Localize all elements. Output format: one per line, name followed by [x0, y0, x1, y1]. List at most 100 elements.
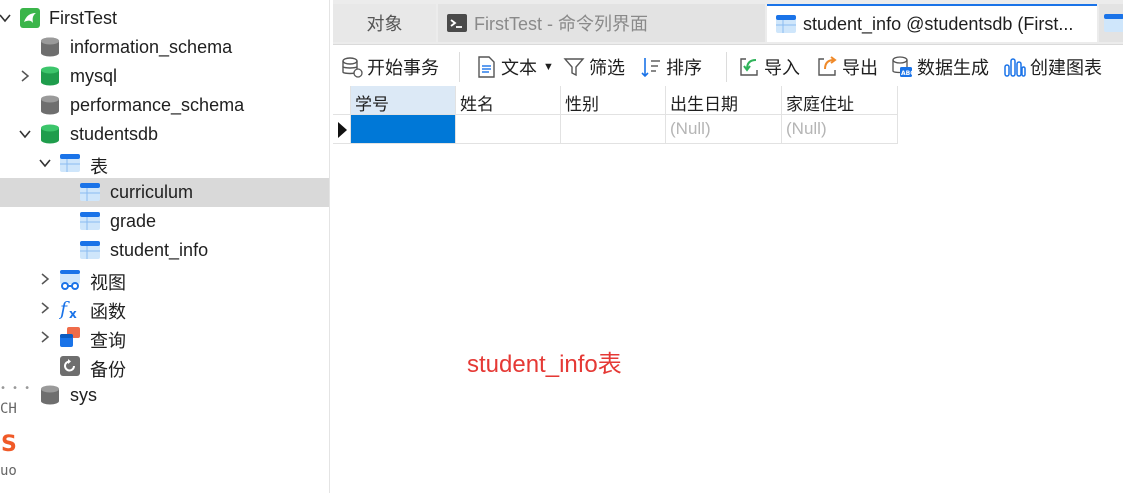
query-icon: [59, 326, 81, 348]
database-label: studentsdb: [70, 124, 159, 144]
column-header[interactable]: 姓名: [456, 86, 561, 115]
app-window: FirstTest information_schema mysql perfo…: [0, 0, 1123, 493]
chevron-right-icon[interactable]: [38, 272, 52, 286]
tab-command-line[interactable]: FirstTest - 命令列界面: [438, 4, 765, 42]
tab-student-info[interactable]: student_info @studentsdb (First...: [767, 4, 1097, 42]
table-cell[interactable]: [561, 115, 666, 144]
button-label: 导出: [842, 58, 878, 78]
column-header[interactable]: 出生日期: [666, 86, 782, 115]
tree-db-mysql[interactable]: mysql: [0, 62, 329, 91]
views-icon: [59, 268, 81, 290]
filter-icon: [563, 56, 585, 78]
column-header[interactable]: 家庭住址: [782, 86, 898, 115]
group-label: 函数: [90, 302, 126, 322]
chevron-right-icon[interactable]: [38, 330, 52, 344]
database-icon: [39, 94, 61, 116]
tree-table-curriculum[interactable]: curriculum: [0, 178, 329, 207]
tree-db-sys[interactable]: sys: [0, 381, 329, 410]
database-label: information_schema: [70, 37, 233, 57]
tables-folder-icon: [59, 152, 81, 174]
button-label: 筛选: [589, 58, 625, 78]
chevron-right-icon[interactable]: [38, 301, 52, 315]
row-indicator[interactable]: [333, 115, 351, 144]
transaction-icon: [341, 56, 363, 78]
data-generation-icon: ABC: [891, 56, 913, 78]
sort-button[interactable]: 排序: [640, 54, 702, 80]
table-label: grade: [110, 211, 157, 231]
export-button[interactable]: 导出: [816, 54, 878, 80]
tab-overflow[interactable]: [1099, 4, 1123, 42]
table-icon: [79, 181, 101, 203]
data-toolbar: 开始事务 文本 ▼ 筛选 排序 导入 导出 ABC 数据生成 创建图表: [333, 46, 1123, 88]
group-label: 查询: [90, 331, 126, 351]
tab-label: 对象: [366, 14, 403, 34]
backup-icon: [59, 355, 81, 377]
column-header[interactable]: 学号: [351, 86, 456, 115]
database-icon: [39, 123, 61, 145]
caret-down-icon: ▼: [543, 61, 554, 73]
tree-group-functions[interactable]: fx 函数: [0, 294, 329, 323]
button-label: 数据生成: [917, 58, 989, 78]
filter-button[interactable]: 筛选: [563, 54, 625, 80]
database-label: performance_schema: [70, 95, 245, 115]
table-label: curriculum: [110, 182, 194, 202]
table-icon: [79, 210, 101, 232]
begin-transaction-button[interactable]: 开始事务: [341, 54, 439, 80]
tree-group-views[interactable]: 视图: [0, 265, 329, 294]
tree-db-performance-schema[interactable]: performance_schema: [0, 91, 329, 120]
tree-group-backups[interactable]: 备份: [0, 352, 329, 381]
import-button[interactable]: 导入: [738, 54, 800, 80]
table-cell[interactable]: [351, 115, 456, 144]
database-icon: [39, 65, 61, 87]
table-cell[interactable]: (Null): [666, 115, 782, 144]
terminal-icon: [446, 12, 468, 34]
toolbar-divider: [459, 52, 460, 82]
text-view-button[interactable]: 文本 ▼: [475, 54, 554, 80]
table-icon: [775, 13, 797, 35]
table-cell[interactable]: (Null): [782, 115, 898, 144]
button-label: 开始事务: [367, 58, 439, 78]
chart-icon: [1004, 56, 1026, 78]
create-chart-button[interactable]: 创建图表: [1004, 54, 1102, 80]
column-header[interactable]: 性别: [561, 86, 666, 115]
tab-label: FirstTest - 命令列界面: [474, 14, 648, 34]
navigation-sidebar: FirstTest information_schema mysql perfo…: [0, 0, 330, 493]
tree-group-tables[interactable]: 表: [0, 149, 329, 178]
chevron-right-icon[interactable]: [18, 69, 32, 83]
table-icon: [79, 239, 101, 261]
connection-label: FirstTest: [49, 8, 118, 28]
database-icon: [39, 36, 61, 58]
chevron-down-icon[interactable]: [18, 127, 32, 141]
annotation-text: student_info表: [467, 351, 622, 378]
svg-text:S: S: [1, 432, 17, 456]
database-label: sys: [70, 385, 97, 405]
svg-text:ABC: ABC: [901, 70, 913, 77]
button-label: 创建图表: [1030, 58, 1102, 78]
tree-db-studentsdb[interactable]: studentsdb: [0, 120, 329, 149]
decor-text-uo: uo: [0, 463, 17, 479]
tree-group-queries[interactable]: 查询: [0, 323, 329, 352]
button-label: 排序: [666, 58, 702, 78]
table-icon: [1103, 12, 1123, 34]
tree-table-student-info[interactable]: student_info: [0, 236, 329, 265]
grid-corner: [333, 86, 351, 115]
button-label: 文本: [501, 58, 537, 78]
tree-table-grade[interactable]: grade: [0, 207, 329, 236]
table-label: student_info: [110, 240, 209, 260]
group-label: 备份: [90, 360, 126, 380]
mysql-connection-icon: [19, 7, 41, 29]
button-label: 导入: [764, 58, 800, 78]
sogou-logo-icon: S: [0, 430, 22, 457]
row-pointer-icon: [338, 122, 347, 138]
chevron-down-icon[interactable]: [0, 11, 12, 25]
sort-icon: [640, 56, 662, 78]
tree-connection-firsttest[interactable]: FirstTest: [0, 4, 329, 33]
table-cell[interactable]: [456, 115, 561, 144]
tab-bar: 对象 FirstTest - 命令列界面 student_info @stude…: [333, 0, 1123, 45]
chevron-down-icon[interactable]: [38, 156, 52, 170]
decor-text-ch: CH: [0, 401, 17, 417]
document-icon: [475, 56, 497, 78]
tab-objects[interactable]: 对象: [333, 4, 436, 42]
data-generation-button[interactable]: ABC 数据生成: [891, 54, 989, 80]
tree-db-information-schema[interactable]: information_schema: [0, 33, 329, 62]
